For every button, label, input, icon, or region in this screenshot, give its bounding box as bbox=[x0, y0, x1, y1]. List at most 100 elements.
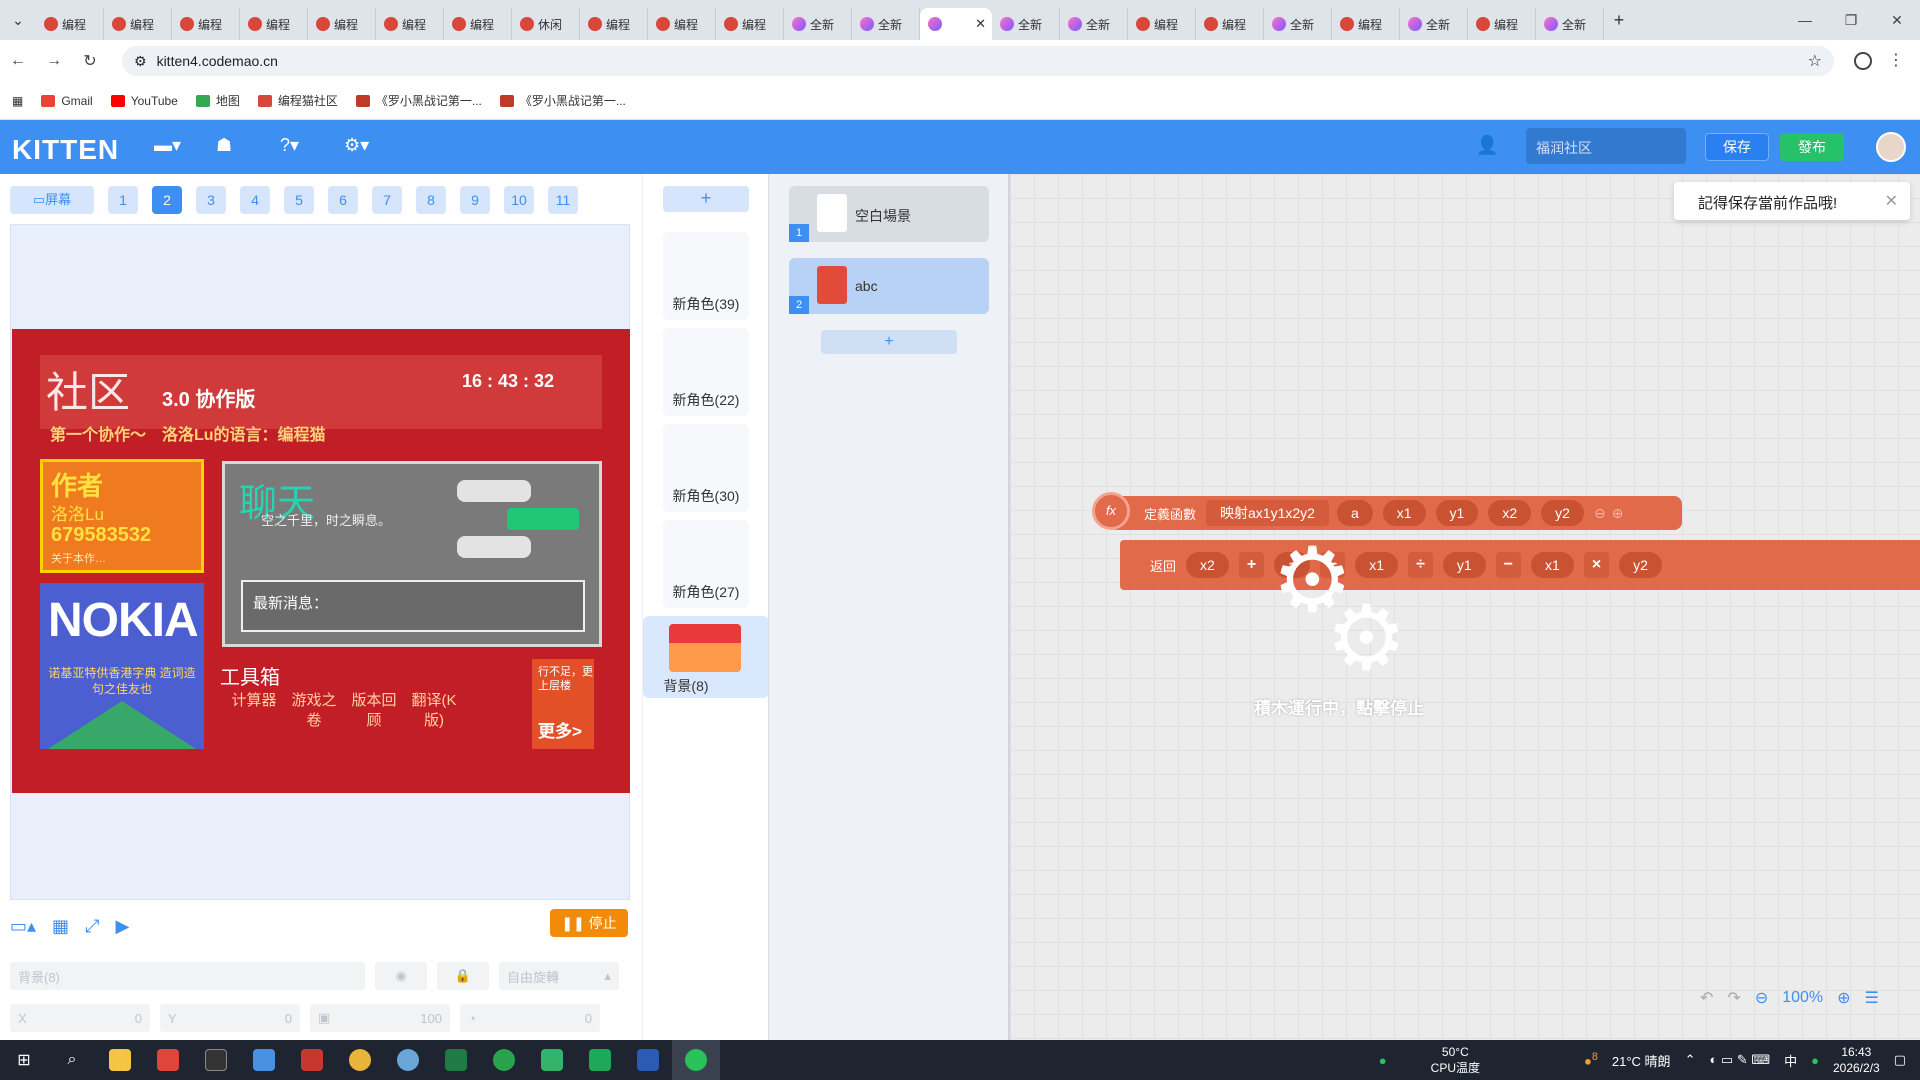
screen-page-10[interactable]: 10 bbox=[504, 186, 534, 214]
ime-indicator[interactable]: 中 bbox=[1784, 1051, 1797, 1070]
code-workspace[interactable]: 記得保存當前作品哦! ✕ fx 定義函數 映射ax1y1x2y2 a x1 y1 x2… bbox=[1010, 174, 1920, 1040]
browser-tab[interactable]: 编程 bbox=[716, 8, 784, 40]
param-pill[interactable]: x1 bbox=[1382, 500, 1426, 526]
latest-message-box[interactable]: 最新消息： bbox=[241, 580, 585, 632]
screen-page-1[interactable]: 1 bbox=[108, 186, 138, 214]
app-icon[interactable] bbox=[384, 1040, 432, 1080]
browser-tab[interactable]: 全新 bbox=[1264, 8, 1332, 40]
zoom-in-icon[interactable]: ⊕ bbox=[1837, 988, 1850, 1008]
save-button[interactable]: 保存 bbox=[1705, 133, 1769, 161]
apps-icon[interactable]: ▦ bbox=[12, 94, 23, 108]
browser-tab[interactable]: 编程 bbox=[1468, 8, 1536, 40]
sprite-item[interactable]: 新角色(22) bbox=[663, 328, 749, 416]
align-icon[interactable]: ☰ bbox=[1865, 988, 1879, 1008]
tray-icons[interactable]: ◐ ▭ ✎ ⌨ bbox=[1709, 1052, 1770, 1068]
scene-item[interactable]: 空白場景 1 bbox=[789, 186, 989, 242]
browser-tab[interactable]: 休闲 bbox=[512, 8, 580, 40]
lesson-icon[interactable]: ☗ bbox=[216, 135, 240, 157]
return-block[interactable]: 返回 x2 + a − x1 ÷ y1− x1 × y2 bbox=[1120, 540, 1920, 590]
tab-search-icon[interactable]: ⌄ bbox=[0, 0, 36, 40]
app-icon[interactable] bbox=[528, 1040, 576, 1080]
bookmark-codemao[interactable]: 编程猫社区 bbox=[257, 92, 338, 109]
y-field[interactable]: Y0 bbox=[160, 1004, 300, 1032]
screen-page-11[interactable]: 11 bbox=[548, 186, 578, 214]
size-field[interactable]: ▣ 100 bbox=[310, 1004, 450, 1032]
close-window-icon[interactable]: ✕ bbox=[1874, 0, 1920, 40]
screen-page-9[interactable]: 9 bbox=[460, 186, 490, 214]
browser-tab[interactable]: 编程 bbox=[580, 8, 648, 40]
community-search-input[interactable]: 福润社区 bbox=[1526, 128, 1686, 164]
bookmark-luoxiaohei-2[interactable]: 《罗小黑战记第一... bbox=[499, 92, 626, 109]
notification-icon[interactable]: ▢ bbox=[1894, 1052, 1906, 1068]
terminal-icon[interactable] bbox=[192, 1040, 240, 1080]
screen-page-8[interactable]: 8 bbox=[416, 186, 446, 214]
param-pill[interactable]: a bbox=[1336, 500, 1373, 526]
background-item[interactable]: 背景(8) bbox=[643, 616, 769, 698]
screen-page-5[interactable]: 5 bbox=[284, 186, 314, 214]
tray-app-icon[interactable]: ● bbox=[1379, 1053, 1387, 1068]
weather-icon[interactable]: ●8 bbox=[1584, 1051, 1598, 1068]
screen-page-4[interactable]: 4 bbox=[240, 186, 270, 214]
browser-tab[interactable]: 编程 bbox=[104, 8, 172, 40]
close-icon[interactable]: ✕ bbox=[1885, 191, 1898, 211]
add-param-icon[interactable]: ⊕ bbox=[1612, 505, 1624, 522]
excel-icon[interactable] bbox=[432, 1040, 480, 1080]
grid-icon[interactable]: ▦ bbox=[52, 916, 69, 937]
sprite-name-input[interactable]: 背景(8) bbox=[10, 962, 365, 990]
define-function-block[interactable]: fx 定義函數 映射ax1y1x2y2 a x1 y1 x2 y2 ⊖ ⊕ bbox=[1092, 492, 1682, 530]
tray-app-icon[interactable]: ● bbox=[1811, 1053, 1819, 1068]
screen-page-7[interactable]: 7 bbox=[372, 186, 402, 214]
tool-version-history[interactable]: 版本回顾 bbox=[348, 691, 400, 735]
browser-tab[interactable]: 编程 bbox=[36, 8, 104, 40]
minimize-icon[interactable]: — bbox=[1782, 0, 1828, 40]
browser-tab[interactable]: 全新 bbox=[992, 8, 1060, 40]
restore-icon[interactable]: ❐ bbox=[1828, 0, 1874, 40]
function-name[interactable]: 映射ax1y1x2y2 bbox=[1206, 500, 1329, 526]
browser-tab[interactable]: 编程 bbox=[240, 8, 308, 40]
zoom-out-icon[interactable]: ⊖ bbox=[1755, 988, 1768, 1008]
stop-button[interactable]: ❚❚ 停止 bbox=[550, 909, 628, 937]
bookmark-gmail[interactable]: Gmail bbox=[41, 94, 93, 108]
back-icon[interactable]: ← bbox=[0, 52, 36, 70]
browser-tab[interactable]: 编程 bbox=[1196, 8, 1264, 40]
screen-page-3[interactable]: 3 bbox=[196, 186, 226, 214]
variable-pill[interactable]: y2 bbox=[1619, 552, 1662, 578]
wechat-icon[interactable] bbox=[672, 1040, 720, 1080]
sprite-item[interactable]: 新角色(27) bbox=[663, 520, 749, 608]
redo-icon[interactable]: ↷ bbox=[1727, 988, 1740, 1008]
profile-icon[interactable] bbox=[1854, 52, 1872, 70]
screen-page-6[interactable]: 6 bbox=[328, 186, 358, 214]
scene-item[interactable]: abc 2 bbox=[789, 258, 989, 314]
variable-pill[interactable]: x2 bbox=[1186, 552, 1229, 578]
operator-select[interactable]: − bbox=[1495, 552, 1522, 578]
chrome-icon[interactable] bbox=[336, 1040, 384, 1080]
param-pill[interactable]: y2 bbox=[1541, 500, 1584, 526]
windows-start-icon[interactable]: ⊞ bbox=[0, 1040, 48, 1080]
param-pill[interactable]: y1 bbox=[1435, 500, 1479, 526]
collaborate-icon[interactable]: 👤 bbox=[1476, 135, 1500, 157]
x-field[interactable]: X0 bbox=[10, 1004, 150, 1032]
rotation-mode-select[interactable]: 自由旋轉 ▴ bbox=[499, 962, 619, 990]
bookmark-youtube[interactable]: YouTube bbox=[110, 94, 178, 108]
visibility-icon[interactable]: ◉ bbox=[375, 962, 427, 990]
browser-tab[interactable]: 全新 bbox=[1060, 8, 1128, 40]
app-icon[interactable] bbox=[576, 1040, 624, 1080]
publish-button[interactable]: 發布 bbox=[1780, 133, 1844, 161]
screen-page-2[interactable]: 2 bbox=[152, 186, 182, 214]
stage-size-icon[interactable]: ▭▴ bbox=[10, 916, 36, 937]
menu-icon[interactable]: ⋮ bbox=[1888, 50, 1904, 70]
bookmark-luoxiaohei-1[interactable]: 《罗小黑战记第一... bbox=[355, 92, 482, 109]
operator-select[interactable]: + bbox=[1238, 552, 1265, 578]
forward-icon[interactable]: → bbox=[36, 52, 72, 70]
weather-text[interactable]: 21°C 晴朗 bbox=[1612, 1051, 1671, 1070]
screen-button[interactable]: ▭屏幕 bbox=[10, 186, 94, 214]
close-tab-icon[interactable]: ✕ bbox=[975, 16, 986, 32]
nokia-dictionary-card[interactable]: NOKIA 诺基亚特供香港字典 造词造句之佳友也 bbox=[40, 583, 204, 749]
browser-tab[interactable]: 编程 bbox=[308, 8, 376, 40]
kitten-logo[interactable]: KITTEN bbox=[12, 134, 119, 166]
tool-games[interactable]: 游戏之卷 bbox=[288, 691, 340, 735]
browser-tab[interactable]: 全新 bbox=[1536, 8, 1604, 40]
file-explorer-icon[interactable] bbox=[96, 1040, 144, 1080]
browser-tab[interactable]: 全新 bbox=[852, 8, 920, 40]
variable-pill[interactable]: y1 bbox=[1442, 552, 1486, 578]
